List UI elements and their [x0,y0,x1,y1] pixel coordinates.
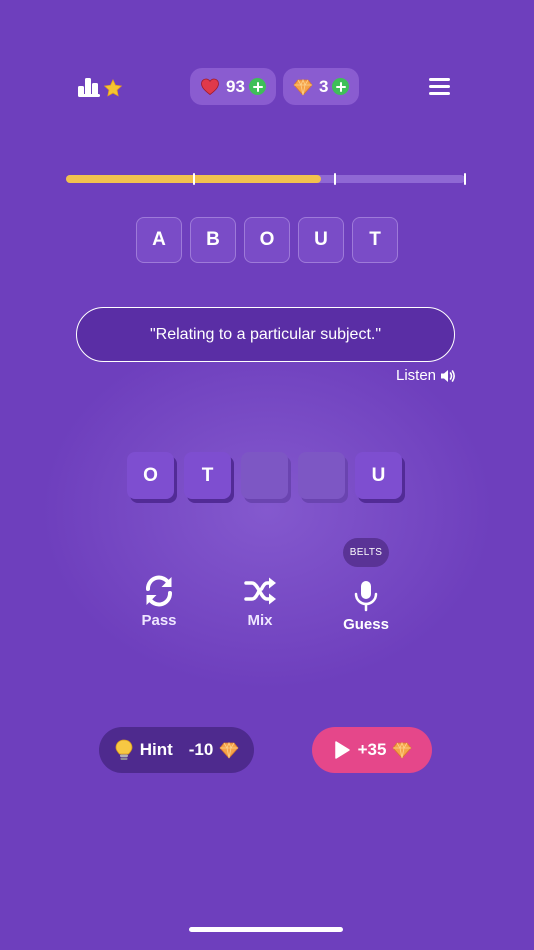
lives-value: 93 [226,76,245,96]
clue-box: "Relating to a particular subject." [76,307,455,362]
target-letter: O [244,217,290,263]
gem-icon [293,78,313,96]
leaderboard-star-icon [78,78,123,97]
guess-button[interactable]: Guess [340,580,392,633]
play-icon [334,741,350,759]
hamburger-menu-icon[interactable] [429,78,450,95]
letter-tile[interactable]: O [127,452,174,499]
mix-label: Mix [247,612,273,629]
progress-tick [192,173,195,185]
guess-hint-badge: BELTS [343,538,389,567]
target-letter: U [298,217,344,263]
empty-tile-slot[interactable] [298,452,345,499]
gem-icon [219,741,239,759]
speaker-icon [441,369,455,382]
target-letter: B [190,217,236,263]
heart-icon [201,78,219,95]
letter-tile[interactable]: U [355,452,402,499]
target-letter: T [352,217,398,263]
hint-button[interactable]: Hint -10 [99,727,254,773]
menu-line [429,78,450,81]
progress-tick [334,173,337,185]
video-reward: +35 [357,740,387,759]
progress-tick [464,173,466,185]
pass-label: Pass [141,612,177,629]
microphone-icon [354,581,378,612]
add-lives-button[interactable] [249,78,266,95]
gems-value: 3 [319,76,329,96]
lightbulb-icon [115,739,133,760]
gem-icon [392,741,412,759]
home-indicator [189,927,343,932]
lives-counter[interactable]: 93 [190,68,276,105]
guess-label: Guess [343,616,389,633]
add-gems-button[interactable] [332,78,349,95]
letter-tile[interactable]: T [184,452,231,499]
listen-label: Listen [396,367,437,384]
refresh-icon [146,575,172,607]
menu-line [429,92,450,95]
leaderboard-button[interactable] [78,76,126,98]
plus-icon [335,81,346,92]
target-word: A B O U T [136,217,398,263]
plus-icon [252,81,263,92]
answer-slots: O T U [127,452,402,499]
empty-tile-slot[interactable] [241,452,288,499]
listen-button[interactable]: Listen [396,367,456,384]
hint-label: Hint [139,740,173,759]
menu-line [429,85,450,88]
background-glow [40,330,494,690]
hint-cost: -10 [188,740,214,759]
target-letter: A [136,217,182,263]
pass-button[interactable]: Pass [138,574,180,629]
clue-text: "Relating to a particular subject." [149,325,382,343]
shuffle-icon [244,577,276,605]
mix-button[interactable]: Mix [239,574,281,629]
gems-counter[interactable]: 3 [283,68,359,105]
watch-video-button[interactable]: +35 [312,727,432,773]
level-progress-bar [66,173,466,185]
